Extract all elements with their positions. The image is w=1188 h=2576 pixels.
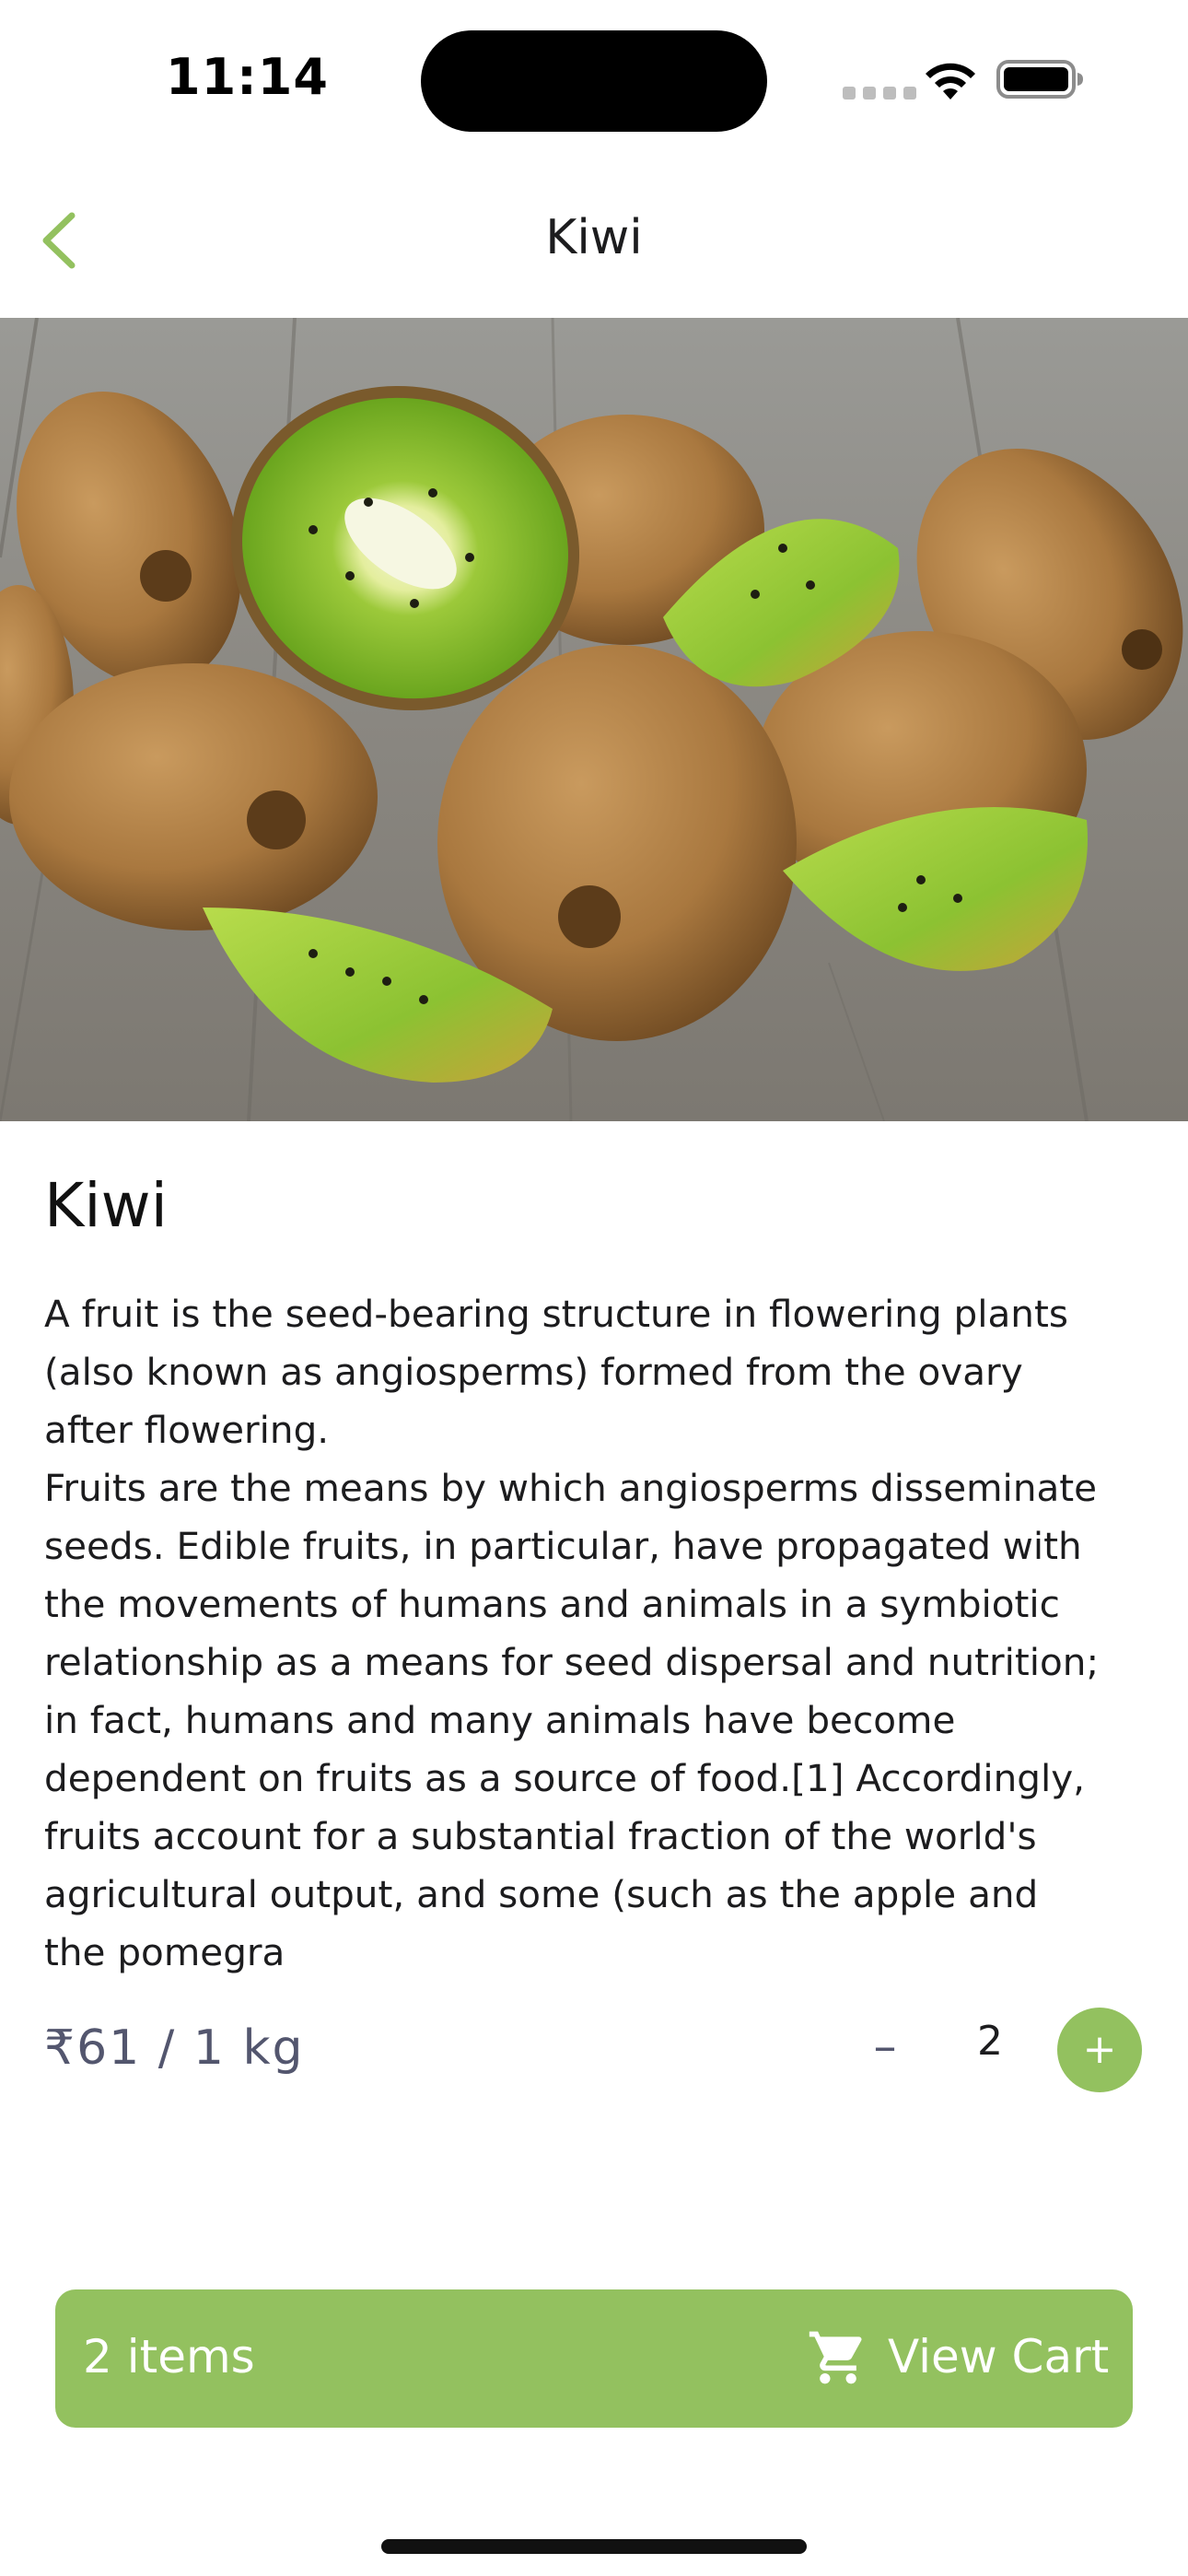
cellular-signal-icon xyxy=(843,87,916,100)
wifi-icon xyxy=(926,63,975,100)
status-time: 11:14 xyxy=(166,48,329,106)
navigation-bar: Kiwi xyxy=(0,157,1188,319)
cart-icon xyxy=(809,2331,862,2384)
home-indicator xyxy=(381,2539,807,2554)
decrease-quantity-button[interactable]: – xyxy=(860,2014,910,2078)
quantity-value: 2 xyxy=(977,2018,1003,2065)
product-image xyxy=(0,318,1188,1121)
product-name: Kiwi xyxy=(44,1170,168,1241)
increase-quantity-button[interactable]: + xyxy=(1057,2008,1142,2092)
nav-title: Kiwi xyxy=(545,210,643,265)
view-cart-label: View Cart xyxy=(888,2330,1110,2383)
product-price: ₹61 / 1 kg xyxy=(44,2020,305,2076)
dynamic-island xyxy=(421,30,767,132)
status-bar: 11:14 xyxy=(0,0,1188,157)
cart-item-count: 2 items xyxy=(83,2330,255,2383)
view-cart-button[interactable]: 2 items View Cart xyxy=(55,2289,1133,2428)
battery-icon xyxy=(996,60,1083,99)
product-description: A fruit is the seed-bearing structure in… xyxy=(44,1292,1100,1974)
